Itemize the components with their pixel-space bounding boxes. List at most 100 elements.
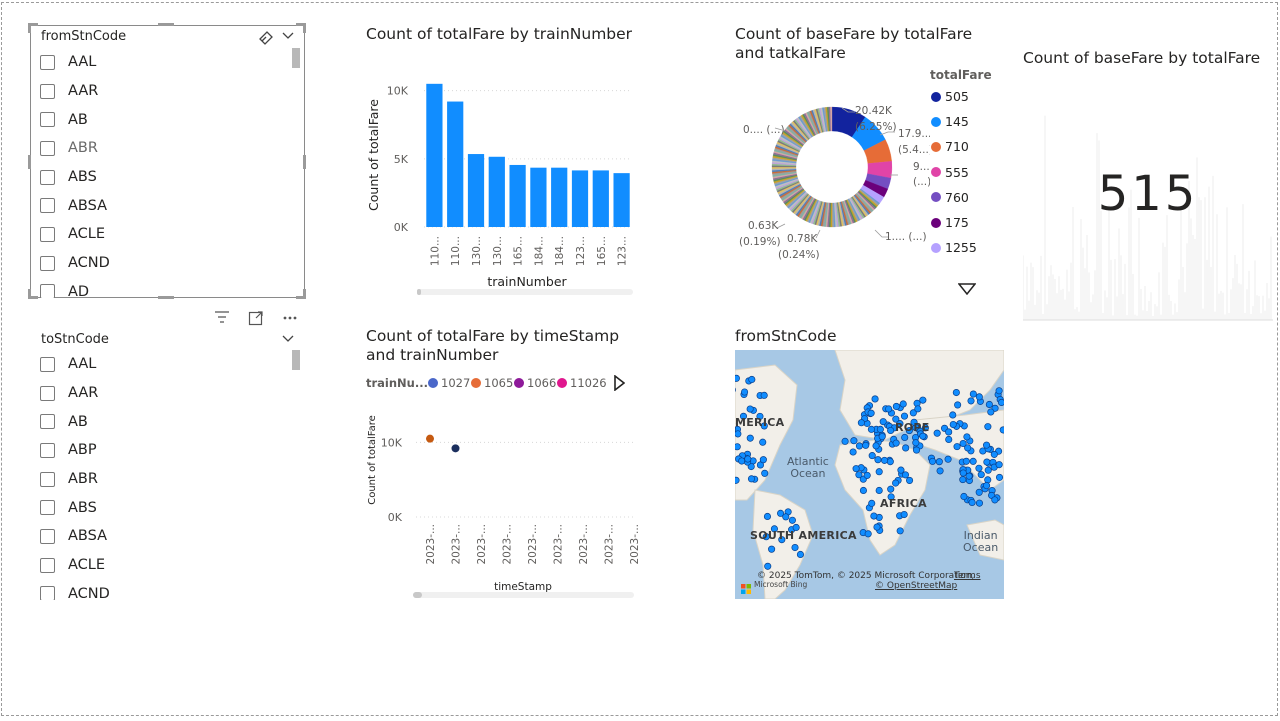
map-point [855,471,863,479]
legend-item[interactable]: 1027 [428,376,470,390]
map-point [885,405,893,413]
legend-item[interactable]: 505 [931,89,969,104]
data-label: (...) [913,176,930,188]
slicer-option[interactable]: AAR [40,77,290,106]
checkbox[interactable] [40,414,55,430]
more-options-icon[interactable] [282,315,298,321]
legend-item[interactable]: 555 [931,165,969,180]
map-osm-link[interactable]: © OpenStreetMap [875,581,957,591]
slicer-option[interactable]: AAL [40,48,290,77]
legend-scroll-down-icon[interactable] [958,283,976,295]
checkbox[interactable] [40,140,55,156]
bar [551,167,568,227]
map-point [863,471,871,479]
slicer-option[interactable]: ACND [40,580,290,600]
checkbox[interactable] [40,528,55,544]
option-label: ABS [68,169,97,186]
slicer-option[interactable]: ABP [40,436,290,465]
slicer-option[interactable]: ABR [40,465,290,494]
map-point [761,469,769,477]
slicer-option[interactable]: ACND [40,249,290,278]
map-point [977,471,985,479]
bar-chart: 0K 5K 10K Count of totalFare 110... 110... 130… [366,83,633,295]
option-label: ABR [68,471,98,488]
checkbox[interactable] [40,385,55,401]
legend-item[interactable]: 710 [931,139,969,154]
focus-mode-icon[interactable] [248,310,264,326]
map-point [764,562,772,570]
map-terms-link[interactable]: Terms [954,571,981,581]
x-tick-label: 184... [533,236,545,266]
filter-icon[interactable] [214,310,230,324]
legend-item[interactable]: 145 [931,114,969,129]
scatter-chart-title-line2: and trainNumber [366,346,499,364]
checkbox[interactable] [40,226,55,242]
map-visual[interactable]: MERICA ROPE Atlantic Ocean AFRICA SOUTH A… [735,350,1004,599]
chevron-down-icon[interactable] [281,334,295,344]
checkbox[interactable] [40,198,55,214]
map-point [995,387,1003,395]
card-value: 515 [1097,166,1199,222]
slicer-option[interactable]: ABSA [40,522,290,551]
map-point [744,455,752,463]
slicer-option[interactable]: ABR [40,134,290,163]
map-point [748,375,756,384]
slicer-option[interactable]: ABS [40,163,290,192]
y-tick-label: 10K [387,85,409,98]
bar-chart-title: Count of totalFare by trainNumber [366,25,633,43]
legend-marker [931,217,941,228]
map-point [990,450,998,458]
x-axis-title: timeStamp [494,581,552,593]
checkbox[interactable] [40,557,55,573]
checkbox[interactable] [40,500,55,516]
world-map[interactable] [735,350,1004,599]
checkbox[interactable] [40,586,55,600]
slicer-option[interactable]: AB [40,105,290,134]
slicer-list: AAL AAR AB ABP ABR ABS ABSA ACLE ACND [40,350,290,600]
legend-item[interactable]: 1065 [471,376,513,390]
slicer-option[interactable]: ABS [40,493,290,522]
checkbox[interactable] [40,83,55,99]
slicer-option[interactable]: AAR [40,379,290,408]
slicer-option[interactable]: AAL [40,350,290,379]
x-tick-label: 110... [450,236,462,266]
legend-title: totalFare [930,68,992,82]
slicer-option[interactable]: ACLE [40,220,290,249]
slicer-option[interactable]: ABSA [40,191,290,220]
legend-item[interactable]: 1255 [931,240,977,255]
legend-item[interactable]: 175 [931,215,969,230]
slicer-option[interactable]: AD [40,278,290,298]
map-point [902,444,910,452]
donut-chart-title: Count of baseFare by totalFare and tatka… [735,25,973,62]
legend-item[interactable]: 760 [931,190,969,205]
legend-item[interactable]: 11026 [557,376,607,390]
slicer-option[interactable]: AB [40,407,290,436]
checkbox[interactable] [40,471,55,487]
map-point [912,439,920,447]
map-title: fromStnCode [735,327,837,345]
checkbox[interactable] [40,356,55,372]
map-point [868,452,876,460]
legend-label: 1066 [527,376,557,390]
map-point [975,488,983,496]
slicer-option[interactable]: ACLE [40,551,290,580]
slicer-title: fromStnCode [41,29,127,44]
x-tick-label: 123... [575,236,587,266]
map-point [987,408,995,416]
scrollbar-thumb[interactable] [292,48,300,68]
legend-item[interactable]: 1066 [514,376,556,390]
checkbox[interactable] [40,255,55,271]
legend-label: 145 [945,114,969,130]
checkbox[interactable] [40,54,55,70]
scrollbar-thumb[interactable] [292,350,300,370]
microsoft-logo-icon [741,584,751,594]
map-point [983,441,991,449]
checkbox[interactable] [40,112,55,128]
eraser-icon[interactable] [257,29,275,45]
checkbox[interactable] [40,284,55,298]
checkbox[interactable] [40,442,55,458]
chevron-down-icon[interactable] [281,31,295,41]
checkbox[interactable] [40,169,55,185]
bing-label: Microsoft Bing [754,580,808,589]
legend-scroll-right-icon[interactable] [613,375,625,391]
